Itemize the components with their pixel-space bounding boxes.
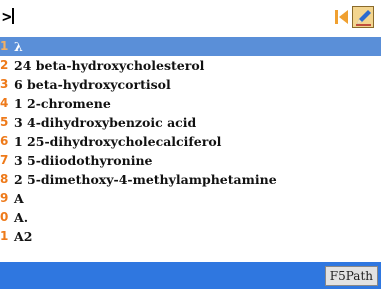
search-input[interactable]: > [2,7,14,26]
list-item[interactable]: 1 A2 [0,227,381,246]
item-number: 0 [0,210,9,224]
item-number: 1 [0,229,9,243]
list-item[interactable]: 3 6 beta-hydroxycortisol [0,75,381,94]
item-label: 1 2-chromene [14,96,111,111]
input-bar: > [0,0,381,34]
item-number: 4 [0,96,9,110]
item-number: 1 [0,39,9,53]
prev-page-icon [335,10,348,24]
bottom-bar: F5Path [0,262,381,289]
list-item[interactable]: 5 3 4-dihydroxybenzoic acid [0,113,381,132]
item-number: 2 [0,58,9,72]
edit-pencil-icon [353,7,373,27]
text-caret [11,8,14,24]
item-number: 7 [0,153,9,167]
list-item[interactable]: 1 λ [0,37,381,56]
list-item[interactable]: 2 24 beta-hydroxycholesterol [0,56,381,75]
item-number: 8 [0,172,9,186]
list-item[interactable]: 4 1 2-chromene [0,94,381,113]
item-label: A. [14,210,29,225]
item-number: 3 [0,77,9,91]
item-label: 1 25-dihydroxycholecalciferol [14,134,222,149]
item-number: 9 [0,191,9,205]
item-label: λ [14,39,23,54]
lookup-window: > 1 λ 2 24 beta-hydroxycholesterol 3 6 b… [0,0,381,289]
item-label: A [14,191,24,206]
list-item[interactable]: 6 1 25-dihydroxycholecalciferol [0,132,381,151]
item-label: 2 5-dimethoxy-4-methylamphetamine [14,172,277,187]
edit-button[interactable] [352,6,374,28]
item-label: 3 5-diiodothyronine [14,153,153,168]
list-item[interactable]: 8 2 5-dimethoxy-4-methylamphetamine [0,170,381,189]
list-item[interactable]: 9 A [0,189,381,208]
f5-path-button[interactable]: F5Path [324,266,378,286]
item-label: 3 4-dihydroxybenzoic acid [14,115,197,130]
results-list: 1 λ 2 24 beta-hydroxycholesterol 3 6 bet… [0,37,381,261]
item-number: 6 [0,134,9,148]
prompt-glyph: > [2,7,12,26]
list-item[interactable]: 0 A. [0,208,381,227]
item-label: 24 beta-hydroxycholesterol [14,58,205,73]
item-label: A2 [14,229,33,244]
item-number: 5 [0,115,9,129]
prev-page-button[interactable] [334,8,350,26]
item-label: 6 beta-hydroxycortisol [14,77,171,92]
list-item[interactable]: 7 3 5-diiodothyronine [0,151,381,170]
